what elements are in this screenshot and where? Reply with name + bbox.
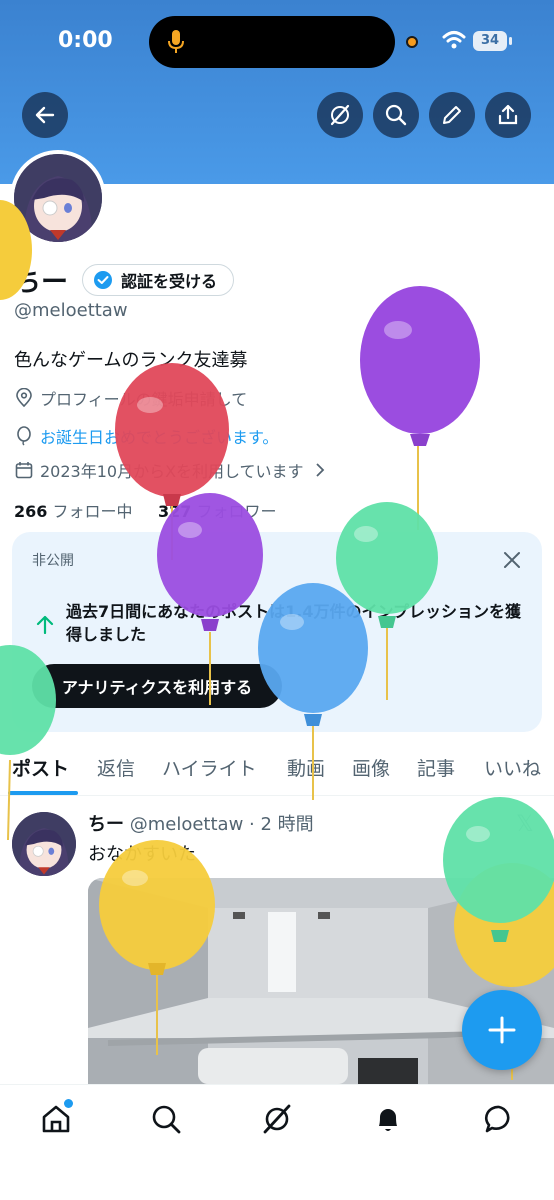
- bottom-navigation: [0, 1084, 554, 1200]
- search-button[interactable]: [373, 92, 419, 138]
- close-icon[interactable]: [502, 550, 522, 570]
- messages-icon: [484, 1105, 510, 1133]
- post-meta: @meloettaw · 2 時間: [129, 814, 314, 835]
- profile-avatar[interactable]: [10, 150, 106, 246]
- nav-home[interactable]: [38, 1099, 74, 1137]
- nav-search[interactable]: [148, 1101, 184, 1137]
- tab-highlights[interactable]: ハイライト: [162, 754, 257, 781]
- post-author[interactable]: ちー: [88, 814, 124, 835]
- battery-tip: [509, 37, 512, 45]
- follow-stats: 266 フォロー中 327 フォロワー: [14, 498, 276, 522]
- share-button[interactable]: [485, 92, 531, 138]
- verified-badge-icon: [94, 270, 112, 289]
- balloon-purple-right: [360, 286, 480, 530]
- joined-text: 2023年10月からXを利用しています: [40, 462, 304, 481]
- profile-joined[interactable]: 2023年10月からXを利用しています: [14, 458, 334, 482]
- analytics-card: 非公開 過去7日間にあなたのポストは1.4万件のインプレッションを獲得しました …: [12, 532, 542, 732]
- profile-location: プロフィールの鍵垢申請して: [14, 386, 247, 410]
- privacy-indicator: [406, 36, 418, 48]
- plus-icon: [488, 1016, 516, 1044]
- compose-button[interactable]: [462, 990, 542, 1070]
- profile-handle: @meloettaw: [14, 300, 128, 321]
- nav-messages[interactable]: [481, 1101, 517, 1137]
- tab-posts[interactable]: ポスト: [12, 754, 69, 781]
- edit-icon: [443, 106, 461, 124]
- analytics-button[interactable]: アナリティクスを利用する: [32, 664, 282, 708]
- profile-name: ちー: [14, 267, 68, 298]
- arrow-up-icon: [36, 615, 54, 634]
- name-row: ちー 認証を受ける: [14, 260, 235, 299]
- following-count: 266: [14, 502, 48, 521]
- back-button[interactable]: [22, 92, 68, 138]
- microphone-icon: [168, 30, 184, 53]
- impressions-message: 過去7日間にあなたのポストは1.4万件のインプレッションを獲得しました: [66, 602, 521, 644]
- grok-icon: [330, 104, 350, 126]
- tab-replies[interactable]: 返信: [97, 754, 135, 781]
- dynamic-island: [149, 16, 395, 68]
- nav-notifications[interactable]: [370, 1101, 406, 1137]
- post-avatar[interactable]: [12, 812, 76, 876]
- post-text: おなかすいた: [88, 844, 196, 865]
- following-label: フォロー中: [52, 502, 133, 521]
- followers-count: 327: [157, 502, 192, 521]
- balloon-icon: [17, 426, 31, 446]
- tab-likes[interactable]: いいね: [484, 754, 541, 781]
- back-icon: [35, 106, 55, 124]
- tab-videos[interactable]: 動画: [287, 754, 325, 781]
- grok-icon: [263, 1104, 291, 1134]
- tab-images[interactable]: 画像: [352, 754, 390, 781]
- wifi-icon: [442, 31, 466, 49]
- chevron-right-icon: [315, 463, 324, 477]
- status-time: 0:00: [58, 28, 113, 53]
- battery-indicator: 34: [473, 31, 507, 51]
- active-tab-indicator: [8, 791, 78, 795]
- notifications-icon: [379, 1109, 397, 1131]
- location-icon: [16, 388, 32, 408]
- private-label: 非公開: [32, 553, 74, 569]
- status-bar: 0:00 34: [0, 0, 554, 84]
- location-text: プロフィールの鍵垢申請して: [40, 390, 248, 409]
- profile-tabs: ポスト 返信 ハイライト 動画 画像 記事 いいね: [0, 740, 554, 796]
- followers-label: フォロワー: [196, 502, 277, 521]
- birthday-text[interactable]: お誕生日おめでとうございます。: [40, 424, 278, 448]
- get-verified-button[interactable]: 認証を受ける: [82, 263, 235, 296]
- x-logo-icon: 𝕏: [516, 812, 534, 837]
- following-link[interactable]: 266 フォロー中: [14, 502, 133, 521]
- edit-button[interactable]: [429, 92, 475, 138]
- profile-birthday: お誕生日おめでとうございます。: [14, 424, 278, 448]
- notification-dot: [64, 1099, 73, 1108]
- calendar-icon: [15, 462, 33, 479]
- post-header: ちー @meloettaw · 2 時間: [88, 810, 314, 836]
- nav-grok[interactable]: [259, 1101, 295, 1137]
- search-icon: [152, 1105, 181, 1134]
- tab-articles[interactable]: 記事: [417, 754, 455, 781]
- followers-link[interactable]: 327 フォロワー: [158, 502, 277, 521]
- verify-label: 認証を受ける: [121, 271, 218, 291]
- search-icon: [385, 104, 407, 126]
- avatar-illustration: [14, 154, 102, 242]
- grok-button[interactable]: [317, 92, 363, 138]
- share-icon: [498, 104, 518, 125]
- profile-bio: 色んなゲームのランク友達募: [14, 350, 248, 371]
- avatar-illustration: [12, 812, 76, 876]
